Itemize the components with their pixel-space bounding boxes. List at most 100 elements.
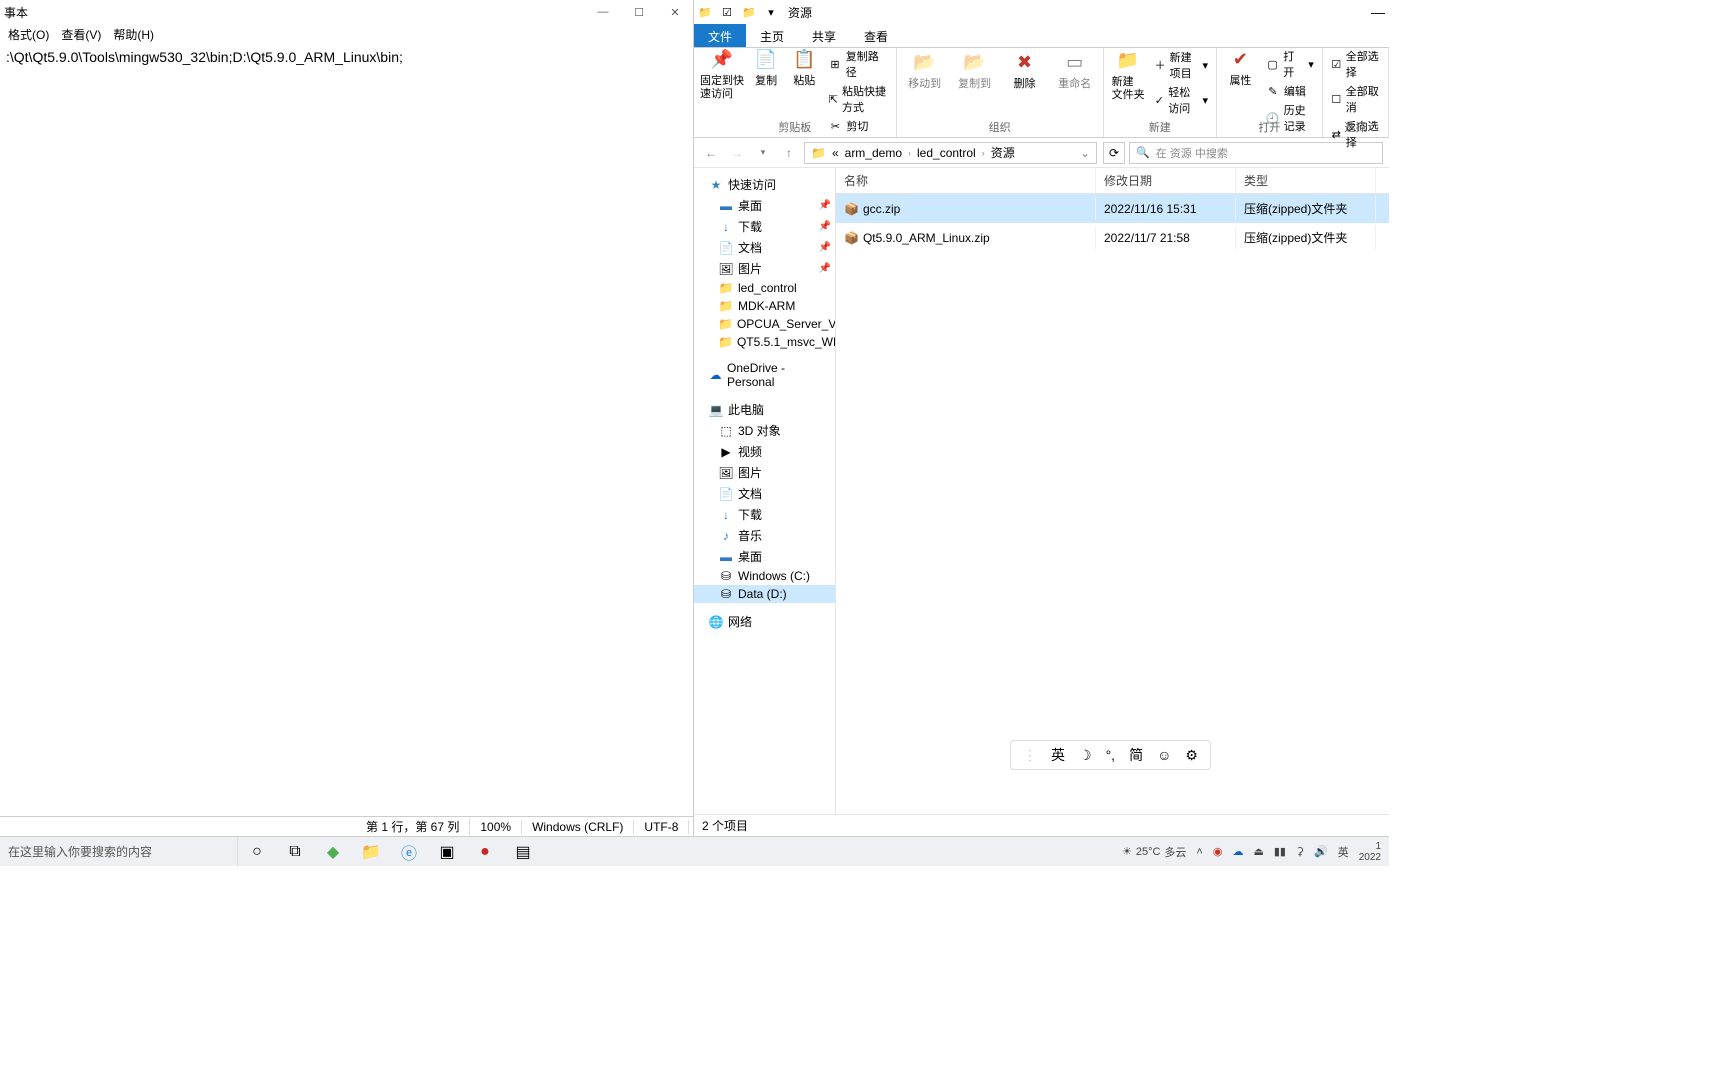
- edit-button[interactable]: ✎编辑: [1266, 82, 1314, 100]
- explorer-titlebar[interactable]: 📁 ☑ 📁 ▾ 资源 —: [694, 0, 1389, 24]
- pin-to-quick-button[interactable]: 📌固定到快 速访问: [702, 47, 742, 101]
- taskbar-app-generic[interactable]: ▣: [428, 837, 466, 866]
- notepad-text-area[interactable]: :\Qt\Qt5.9.0\Tools\mingw530_32\bin;D:\Qt…: [0, 44, 693, 816]
- tray-usb-icon[interactable]: ⏏: [1253, 845, 1263, 858]
- menu-help[interactable]: 帮助(H): [109, 26, 158, 43]
- forward-button[interactable]: →: [726, 142, 748, 164]
- nav-documents[interactable]: 📄文档: [694, 483, 835, 504]
- file-row[interactable]: 📦Qt5.9.0_ARM_Linux.zip 2022/11/7 21:58 压…: [836, 223, 1389, 252]
- ime-drag-handle[interactable]: ⋮: [1023, 747, 1037, 764]
- nav-videos[interactable]: ▶视频: [694, 441, 835, 462]
- open-button[interactable]: ▢打开 ▾: [1266, 47, 1314, 81]
- nav-folder-led[interactable]: 📁led_control: [694, 279, 835, 297]
- moon-icon[interactable]: ☽: [1079, 747, 1092, 764]
- weather-widget[interactable]: ☀ 25°C 多云: [1122, 844, 1186, 860]
- gear-icon[interactable]: ⚙: [1185, 747, 1198, 764]
- nav-this-pc[interactable]: 💻此电脑: [694, 399, 835, 420]
- tray-wifi-icon[interactable]: ⚳: [1296, 845, 1304, 858]
- maximize-button[interactable]: ☐: [621, 1, 657, 23]
- copy-button[interactable]: 📄复制: [752, 47, 780, 88]
- tab-file[interactable]: 文件: [694, 24, 746, 47]
- clock[interactable]: 1 2022: [1359, 841, 1381, 863]
- breadcrumb-item[interactable]: led_control: [917, 146, 976, 160]
- nav-downloads[interactable]: ↓下载📌: [694, 216, 835, 237]
- nav-desktop[interactable]: ▬桌面📌: [694, 195, 835, 216]
- ime-simp[interactable]: 简: [1129, 745, 1143, 765]
- ime-lang[interactable]: 英: [1051, 745, 1065, 765]
- taskbar-app-record[interactable]: ●: [466, 837, 504, 866]
- delete-button[interactable]: ✖删除: [1005, 50, 1045, 91]
- task-view-button[interactable]: ⧉: [276, 837, 314, 866]
- file-row[interactable]: 📦gcc.zip 2022/11/16 15:31 压缩(zipped)文件夹: [836, 194, 1389, 223]
- taskbar-app-generic[interactable]: ▤: [504, 837, 542, 866]
- recent-dropdown[interactable]: ▾: [752, 142, 774, 164]
- punct-icon[interactable]: °,: [1106, 747, 1116, 763]
- tray-icon[interactable]: ◉: [1213, 845, 1223, 858]
- nav-desktop[interactable]: ▬桌面: [694, 546, 835, 567]
- nav-d-drive[interactable]: ⛁Data (D:): [694, 585, 835, 603]
- move-to-button[interactable]: 📂移动到: [905, 50, 945, 91]
- paste-shortcut-button[interactable]: ⇱粘贴快捷方式: [828, 82, 887, 116]
- chevron-down-icon[interactable]: ⌄: [1074, 146, 1096, 160]
- cortana-button[interactable]: ○: [238, 837, 276, 866]
- tab-home[interactable]: 主页: [746, 24, 798, 47]
- nav-network[interactable]: 🌐网络: [694, 611, 835, 632]
- properties-button[interactable]: ✔属性: [1225, 47, 1256, 88]
- minimize-button[interactable]: —: [585, 1, 621, 23]
- refresh-button[interactable]: ⟳: [1103, 142, 1125, 164]
- new-folder-button[interactable]: 📁新建 文件夹: [1112, 48, 1145, 102]
- col-type[interactable]: 类型: [1236, 168, 1376, 193]
- select-all-button[interactable]: ☑全部选择: [1331, 47, 1380, 81]
- breadcrumb-item[interactable]: arm_demo: [845, 146, 902, 160]
- copy-to-button[interactable]: 📂复制到: [955, 50, 995, 91]
- easy-access-button[interactable]: ✓轻松访问 ▾: [1155, 83, 1208, 117]
- menu-format[interactable]: 格式(O): [4, 26, 53, 43]
- nav-pane[interactable]: ★快速访问 ▬桌面📌 ↓下载📌 📄文档📌 🖼图片📌 📁led_control 📁…: [694, 168, 836, 814]
- taskbar-app-qt[interactable]: ◆: [314, 837, 352, 866]
- nav-folder-qt55[interactable]: 📁QT5.5.1_msvc_WDK_C: [694, 333, 835, 351]
- dropdown-icon[interactable]: ▾: [762, 3, 780, 21]
- new-item-button[interactable]: ＋新建项目 ▾: [1155, 48, 1208, 82]
- rename-button[interactable]: ▭重命名: [1055, 50, 1095, 91]
- taskbar-app-edge[interactable]: ⓔ: [390, 837, 428, 866]
- emoji-icon[interactable]: ☺: [1157, 747, 1171, 763]
- save-icon[interactable]: ☑: [718, 3, 736, 21]
- nav-folder-opcua[interactable]: 📁OPCUA_Server_V1.0.0: [694, 315, 835, 333]
- breadcrumb-prefix[interactable]: «: [832, 146, 839, 160]
- tray-ime[interactable]: 英: [1338, 844, 1349, 860]
- nav-pictures[interactable]: 🖼图片: [694, 462, 835, 483]
- nav-music[interactable]: ♪音乐: [694, 525, 835, 546]
- tab-share[interactable]: 共享: [798, 24, 850, 47]
- tab-view[interactable]: 查看: [850, 24, 902, 47]
- notepad-titlebar[interactable]: 事本 — ☐ ✕: [0, 0, 693, 24]
- nav-folder-mdk[interactable]: 📁MDK-ARM: [694, 297, 835, 315]
- minimize-button[interactable]: —: [1371, 4, 1385, 20]
- nav-onedrive[interactable]: ☁OneDrive - Personal: [694, 359, 835, 391]
- chevron-right-icon[interactable]: ›: [982, 148, 985, 158]
- nav-downloads[interactable]: ↓下载: [694, 504, 835, 525]
- nav-documents[interactable]: 📄文档📌: [694, 237, 835, 258]
- ime-toolbar[interactable]: ⋮ 英 ☽ °, 简 ☺ ⚙: [1010, 740, 1211, 770]
- breadcrumb-item[interactable]: 资源: [991, 144, 1015, 161]
- tray-volume-icon[interactable]: 🔊: [1314, 845, 1328, 858]
- close-button[interactable]: ✕: [657, 1, 693, 23]
- nav-c-drive[interactable]: ⛁Windows (C:): [694, 567, 835, 585]
- tray-onedrive-icon[interactable]: ☁: [1232, 845, 1243, 858]
- col-name[interactable]: 名称: [836, 168, 1096, 193]
- tray-battery-icon[interactable]: ▮▮: [1274, 845, 1286, 858]
- paste-button[interactable]: 📋粘贴: [790, 47, 818, 88]
- address-bar[interactable]: 📁 « arm_demo › led_control › 资源 ⌄: [804, 142, 1097, 164]
- copy-path-button[interactable]: ⊞复制路径: [828, 47, 887, 81]
- back-button[interactable]: ←: [700, 142, 722, 164]
- chevron-right-icon[interactable]: ›: [908, 148, 911, 158]
- nav-3d-objects[interactable]: ⬚3D 对象: [694, 420, 835, 441]
- up-button[interactable]: ↑: [778, 142, 800, 164]
- nav-pictures[interactable]: 🖼图片📌: [694, 258, 835, 279]
- col-date[interactable]: 修改日期: [1096, 168, 1236, 193]
- taskbar-app-explorer[interactable]: 📁: [352, 837, 390, 866]
- tray-chevron-up[interactable]: ˄: [1196, 846, 1202, 858]
- nav-quick-access[interactable]: ★快速访问: [694, 174, 835, 195]
- select-none-button[interactable]: ☐全部取消: [1331, 82, 1380, 116]
- cut-button[interactable]: ✂剪切: [828, 117, 887, 135]
- taskbar-search[interactable]: 在这里输入你要搜索的内容: [0, 837, 238, 866]
